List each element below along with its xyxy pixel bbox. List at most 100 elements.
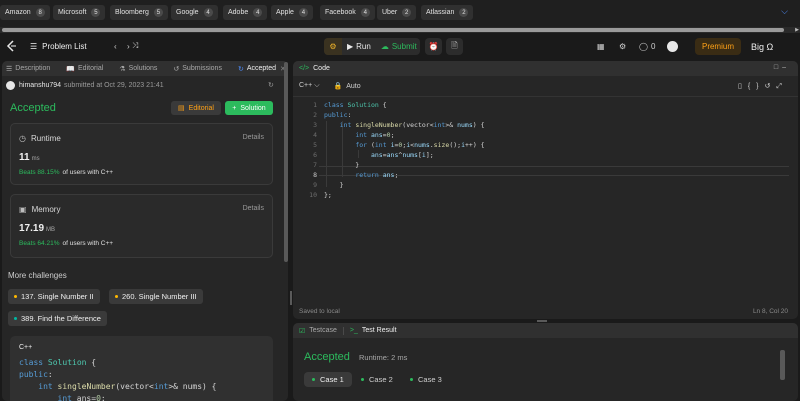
difficulty-dot — [115, 295, 118, 298]
language-label: C++ — [299, 82, 313, 89]
tab-testcase[interactable]: ☑ Testcase — [299, 327, 337, 335]
runtime-details-link[interactable]: Details — [243, 134, 264, 141]
big-omega-button[interactable]: Big Ω — [751, 38, 773, 55]
refresh-icon[interactable]: ↻ — [268, 81, 274, 89]
auto-mode-toggle[interactable]: 🔒 Auto — [334, 82, 361, 91]
code-line: int ans=0; — [57, 394, 106, 401]
challenge-single-number-ii[interactable]: 137. Single Number II — [8, 289, 100, 304]
tab-submissions[interactable]: ↺ Submissions — [173, 65, 222, 73]
code-panel: </> Code □– C++ ⌵ 🔒 Auto ▯{}↺⤢ 1 2 3 4 5 … — [293, 61, 798, 319]
case-1-tab[interactable]: Case 1 — [304, 372, 352, 387]
memory-details-link[interactable]: Details — [243, 205, 264, 212]
submitted-code-block: C++ class Solution { public: int singleN… — [10, 336, 273, 401]
debug-icon[interactable]: ⚙ — [324, 38, 342, 55]
run-button[interactable]: ▶ Run — [347, 42, 371, 51]
tag-label: Apple — [276, 9, 294, 16]
tag-label: Atlassian — [426, 9, 455, 16]
tag-amazon[interactable]: Amazon 8 — [0, 5, 50, 20]
check-circle-icon: ↻ — [237, 65, 244, 73]
line-number: 9 — [313, 181, 317, 189]
code-language: C++ — [19, 344, 33, 351]
premium-label: Premium — [701, 42, 734, 51]
notifications-button[interactable]: ◯ 0 — [639, 33, 655, 59]
tab-label: Testcase — [309, 327, 337, 334]
tab-test-result[interactable]: >_ Test Result — [350, 327, 397, 334]
avatar[interactable] — [6, 81, 15, 90]
description-icon: ☰ — [6, 65, 13, 73]
premium-button[interactable]: Premium — [695, 38, 741, 55]
panel-divider[interactable] — [290, 61, 292, 401]
challenge-label: 389. Find the Difference — [21, 314, 101, 323]
layout-icon[interactable]: ▦ — [597, 33, 605, 59]
memory-beats-pct: Beats 64.21% — [19, 240, 60, 247]
maximize-icon[interactable]: □ — [774, 64, 782, 71]
challenge-single-number-iii[interactable]: 260. Single Number III — [109, 289, 203, 304]
submit-button[interactable]: ☁ Submit — [381, 42, 417, 51]
runtime-beats: Beats 88.15% of users with C++ — [19, 169, 113, 176]
runtime-card[interactable]: ◷ Runtime Details 11 ms Beats 88.15% of use… — [10, 123, 273, 185]
problem-list-label: Problem List — [42, 41, 87, 51]
tab-accepted[interactable]: ↻ Accepted ✕ — [238, 65, 286, 73]
tag-apple[interactable]: Apple 4 — [271, 5, 313, 20]
code-line: int singleNumber(vector<int>& nums) { — [38, 382, 217, 391]
next-problem-icon[interactable]: › — [127, 33, 130, 59]
solution-button[interactable]: + Solution — [225, 101, 273, 115]
timer-icon[interactable]: ⏰ — [425, 38, 442, 55]
minimize-icon[interactable]: – — [782, 64, 790, 71]
tag-atlassian[interactable]: Atlassian 2 — [421, 5, 474, 20]
case-2-tab[interactable]: Case 2 — [353, 372, 401, 387]
code-panel-header: </> Code □– — [293, 61, 798, 76]
flask-icon: ⚗ — [119, 65, 126, 73]
line-number: 7 — [313, 161, 317, 169]
case-3-tab[interactable]: Case 3 — [402, 372, 450, 387]
result-scrollbar[interactable] — [780, 350, 785, 380]
result-status: Accepted — [304, 351, 350, 363]
runtime-label: Runtime — [30, 134, 61, 143]
line-number: 8 — [313, 171, 317, 179]
user-avatar[interactable] — [667, 41, 678, 52]
tag-facebook[interactable]: Facebook 4 — [320, 5, 375, 20]
horizontal-divider-grip[interactable] — [537, 320, 547, 322]
bookmark-icon[interactable]: ▯ — [738, 83, 748, 90]
chevron-down-icon[interactable]: ⌵ — [781, 6, 788, 17]
username-link[interactable]: himanshu794 — [19, 82, 61, 89]
left-scrollbar[interactable] — [284, 62, 288, 262]
tag-bloomberg[interactable]: Bloomberg 5 — [110, 5, 168, 20]
line-number: 6 — [313, 151, 317, 159]
tag-google[interactable]: Google 4 — [171, 5, 218, 20]
reset-icon[interactable]: ↺ — [765, 83, 777, 90]
tag-microsoft[interactable]: Microsoft 5 — [53, 5, 106, 20]
shuffle-icon[interactable]: ⤨ — [131, 33, 138, 59]
tab-label: Editorial — [78, 65, 104, 72]
tag-uber[interactable]: Uber 2 — [377, 5, 417, 20]
tag-label: Bloomberg — [115, 9, 149, 16]
memory-card[interactable]: ▣ Memory Details 17.19 MB Beats 64.21% of u… — [10, 194, 273, 258]
prev-problem-icon[interactable]: ‹ — [114, 33, 117, 59]
settings-icon[interactable]: ⚙ — [619, 33, 626, 59]
tab-editorial[interactable]: 📖 Editorial — [66, 65, 103, 73]
result-runtime: Runtime: 2 ms — [359, 353, 408, 362]
auto-label: Auto — [346, 82, 361, 90]
fullscreen-icon[interactable]: ⤢ — [776, 83, 788, 90]
scrollbar-thumb[interactable] — [2, 28, 784, 32]
editor-toolbar: C++ ⌵ 🔒 Auto — [299, 82, 361, 90]
tab-label: Solutions — [128, 65, 158, 72]
submit-label: Submit — [391, 42, 417, 51]
line-number: 4 — [313, 131, 317, 139]
language-select[interactable]: C++ ⌵ — [299, 82, 320, 90]
tab-solutions[interactable]: ⚗ Solutions — [119, 65, 157, 73]
divider-grip[interactable] — [290, 291, 292, 305]
code-panel-title: Code — [313, 65, 330, 72]
code-line: for (int i=0;i<nums.size();i++) { — [355, 141, 485, 149]
problem-list-button[interactable]: ☰ Problem List — [30, 33, 87, 59]
tag-adobe[interactable]: Adobe 4 — [223, 5, 268, 20]
challenge-find-the-difference[interactable]: 389. Find the Difference — [8, 311, 107, 326]
top-nav: ☰ Problem List ‹ › ⤨ ⚙ ▶ Run ☁ Submit ⏰ 🗎 … — [0, 33, 800, 59]
leetcode-logo-icon[interactable] — [6, 40, 17, 52]
tab-description[interactable]: ☰ Description — [6, 65, 50, 73]
editorial-button[interactable]: ▤ Editorial — [171, 101, 221, 115]
braces-icon[interactable]: {} — [748, 83, 765, 90]
notes-icon[interactable]: 🗎 — [446, 38, 463, 55]
left-panel: ☰ Description 📖 Editorial ⚗ Solutions ↺ Subm… — [2, 61, 288, 401]
challenge-label: 137. Single Number II — [21, 292, 94, 301]
